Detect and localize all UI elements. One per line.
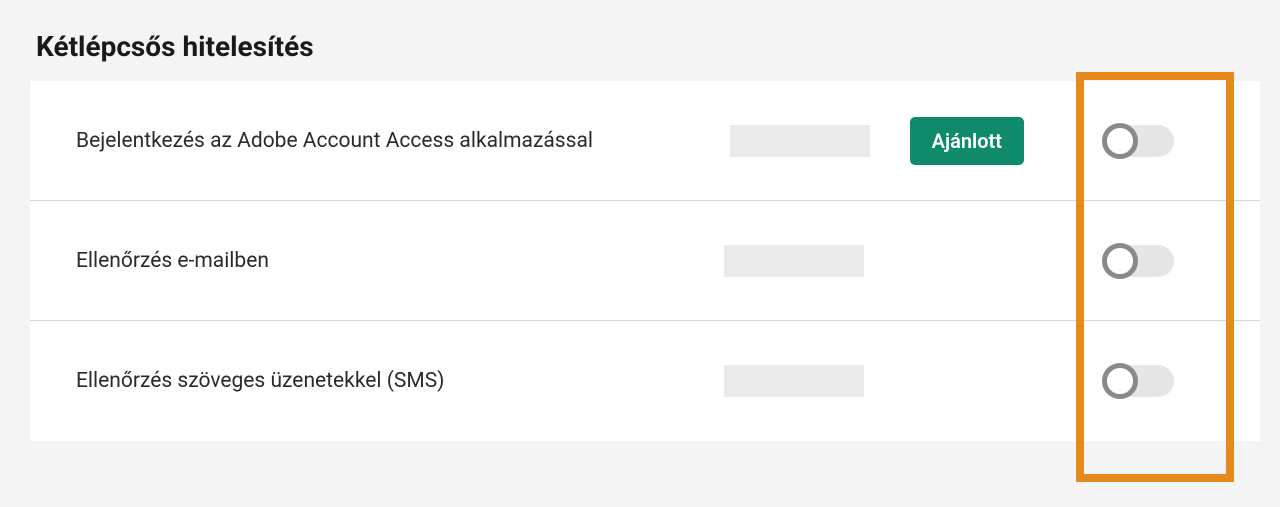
toggle-knob-icon xyxy=(1102,363,1138,399)
row-label: Bejelentkezés az Adobe Account Access al… xyxy=(76,129,593,153)
row-email-verification: Ellenőrzés e-mailben xyxy=(30,201,1260,321)
placeholder-box xyxy=(730,125,870,157)
toggle-knob-icon xyxy=(1102,243,1138,279)
placeholder-box xyxy=(724,365,864,397)
toggle-email-verification[interactable] xyxy=(1104,245,1174,277)
row-label: Ellenőrzés e-mailben xyxy=(76,249,269,273)
row-adobe-account-access: Bejelentkezés az Adobe Account Access al… xyxy=(30,81,1260,201)
toggle-knob-icon xyxy=(1102,123,1138,159)
settings-card: Bejelentkezés az Adobe Account Access al… xyxy=(30,81,1260,441)
row-label: Ellenőrzés szöveges üzenetekkel (SMS) xyxy=(76,369,444,393)
toggle-sms-verification[interactable] xyxy=(1104,365,1174,397)
section-title: Kétlépcsős hitelesítés xyxy=(30,30,1260,63)
placeholder-box xyxy=(724,245,864,277)
row-sms-verification: Ellenőrzés szöveges üzenetekkel (SMS) xyxy=(30,321,1260,441)
toggle-adobe-account-access[interactable] xyxy=(1104,125,1174,157)
recommended-badge: Ajánlott xyxy=(910,117,1024,165)
